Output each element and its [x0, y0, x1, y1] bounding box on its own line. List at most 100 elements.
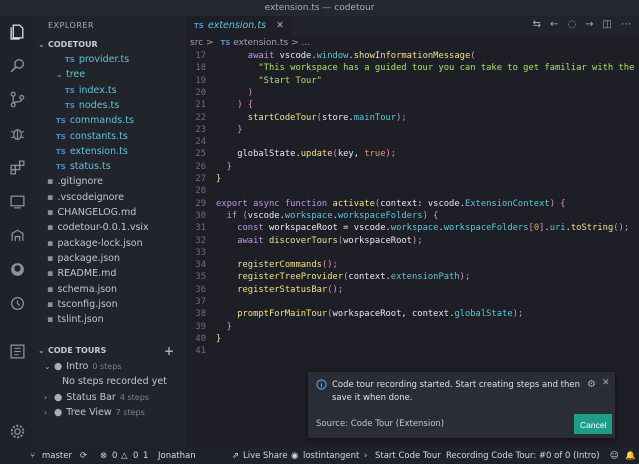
file-item[interactable]: TS status.ts — [34, 159, 208, 174]
file-icon: ▪ — [47, 222, 54, 234]
file-item[interactable]: ▪ .gitignore — [34, 174, 199, 189]
file-item[interactable]: ▪ codetour-0.0.1.vsix — [34, 220, 199, 235]
file-name: tsconfig.json — [57, 298, 118, 310]
gear-icon[interactable]: ⚙ — [587, 379, 596, 390]
file-item[interactable]: ▪ package-lock.json — [34, 236, 199, 251]
file-item[interactable]: TS extension.ts — [34, 144, 208, 159]
code-text: } — [216, 333, 221, 345]
github-icon[interactable] — [8, 260, 26, 278]
file-item[interactable]: ▪ schema.json — [34, 282, 199, 297]
tour-item-status-bar[interactable]: › ● Status Bar 4 steps — [34, 390, 186, 405]
line-number: 33 — [195, 247, 206, 258]
file-item[interactable]: TS constants.ts — [34, 129, 208, 144]
file-name: codetour-0.0.1.vsix — [57, 222, 149, 234]
code-text: const workspaceRoot = vscode.workspace.w… — [216, 222, 629, 234]
explorer-icon[interactable] — [8, 22, 26, 40]
live-share-label[interactable]: Live Share — [243, 448, 288, 464]
project-name: CODETOUR — [48, 40, 98, 49]
tour-item-intro[interactable]: ⌄ ● Intro 0 steps — [34, 359, 186, 374]
code-token: workspaceRoot — [268, 223, 338, 234]
source-control-icon[interactable] — [8, 90, 26, 108]
code-token: "Start Tour" — [258, 75, 322, 86]
code-token: vscode — [279, 51, 312, 61]
code-token: (); — [613, 223, 630, 234]
code-token: context — [380, 198, 418, 209]
go-back-icon[interactable]: ← — [550, 19, 558, 30]
code-token: } — [226, 161, 232, 172]
line-number: 35 — [195, 272, 206, 283]
play-icon[interactable]: › — [364, 448, 367, 464]
file-item[interactable]: ▪ .vscodeignore — [34, 190, 199, 205]
line-number: 25 — [195, 149, 206, 160]
code-text: "Start Tour" — [216, 75, 322, 87]
file-icon: ▪ — [47, 191, 54, 203]
file-item[interactable]: ▪ README.md — [34, 266, 199, 281]
code-token: const — [237, 223, 269, 234]
live-share-icon[interactable] — [8, 226, 26, 244]
code-tours-section-header[interactable]: ⌄ CODE TOURS + — [34, 344, 186, 358]
history-icon[interactable] — [8, 294, 26, 312]
line-number: 40 — [195, 333, 206, 344]
code-tour-icon[interactable] — [8, 342, 26, 360]
line-number: 30 — [195, 210, 206, 221]
settings-gear-icon[interactable] — [8, 422, 26, 440]
status-bar: ⑂ master ⟳ ⊗ 0 △ 0 1 Jonathan ⇗ Live Sha… — [0, 448, 639, 464]
project-section-header[interactable]: ⌄ CODETOUR — [34, 38, 186, 52]
more-actions-icon[interactable]: ⋯ — [621, 19, 631, 30]
search-icon[interactable] — [8, 56, 26, 74]
branch-name[interactable]: master — [42, 448, 72, 464]
breadcrumb[interactable]: src > TS extension.ts > ... — [190, 38, 310, 48]
file-item[interactable]: ▪ tsconfig.json — [34, 297, 199, 312]
line-number: 32 — [195, 235, 206, 246]
tab-extension-ts[interactable]: TS extension.ts ✕ — [186, 16, 292, 36]
folder-item[interactable]: ⌄ tree — [34, 67, 208, 82]
warning-icon[interactable]: △ — [121, 448, 128, 464]
file-name: schema.json — [57, 283, 118, 295]
info-count[interactable]: 1 — [143, 448, 148, 464]
account-icon[interactable]: ◉ — [291, 448, 298, 464]
close-icon[interactable]: ✕ — [276, 20, 284, 31]
error-count[interactable]: 0 — [112, 448, 117, 464]
tour-item-tree-view[interactable]: › ● Tree View 7 steps — [34, 405, 186, 420]
file-item[interactable]: ▪ package.json — [34, 251, 199, 266]
file-name: .gitignore — [57, 176, 103, 188]
git-branch-icon[interactable]: ⑂ — [30, 448, 35, 464]
cancel-button[interactable]: Cancel — [574, 414, 612, 434]
extensions-icon[interactable] — [8, 158, 26, 176]
live-share-icon[interactable]: ⇗ — [232, 448, 239, 464]
chevron-right-icon: › — [44, 408, 48, 417]
warning-count[interactable]: 0 — [133, 448, 138, 464]
chevron-right-icon: › — [44, 393, 48, 402]
file-item[interactable]: ▪ CHANGELOG.md — [34, 205, 199, 220]
tab-bar: TS extension.ts ✕ ⇆ ← ◌ → ◫ ⋯ — [186, 16, 639, 36]
debug-icon[interactable] — [8, 124, 26, 142]
code-token: } — [237, 124, 243, 135]
previous-change-icon[interactable]: ◌ — [567, 19, 576, 30]
file-item[interactable]: TS commands.ts — [34, 113, 208, 128]
remote-explorer-icon[interactable] — [8, 192, 26, 210]
notifications-bell-icon[interactable]: 🔔 — [625, 448, 636, 464]
chevron-down-icon: ⌄ — [56, 70, 63, 80]
code-token: , — [353, 149, 365, 160]
chevron-down-icon: ⌄ — [38, 346, 45, 355]
notification-source: Source: Code Tour (Extension) — [316, 419, 445, 429]
add-tour-icon[interactable]: + — [164, 344, 174, 358]
code-token: vscode — [247, 210, 280, 221]
close-icon[interactable]: ✕ — [602, 378, 610, 388]
feedback-icon[interactable]: ☺ — [610, 448, 619, 464]
file-item[interactable]: ▪ tslint.json — [34, 312, 199, 327]
file-icon: ▪ — [47, 252, 54, 264]
error-icon[interactable]: ⊗ — [100, 448, 107, 464]
account-name[interactable]: lostintangent — [303, 448, 359, 464]
go-forward-icon[interactable]: → — [585, 19, 593, 30]
user-name[interactable]: Jonathan — [158, 448, 196, 464]
recording-status[interactable]: Recording Code Tour: #0 of 0 (Intro) — [446, 448, 600, 464]
code-token: discoverTours — [268, 235, 338, 246]
start-code-tour[interactable]: Start Code Tour — [375, 448, 441, 464]
compare-icon[interactable]: ⇆ — [533, 19, 541, 30]
split-editor-icon[interactable]: ◫ — [603, 19, 612, 30]
sync-icon[interactable]: ⟳ — [80, 448, 87, 464]
code-token: vscode — [353, 223, 386, 234]
